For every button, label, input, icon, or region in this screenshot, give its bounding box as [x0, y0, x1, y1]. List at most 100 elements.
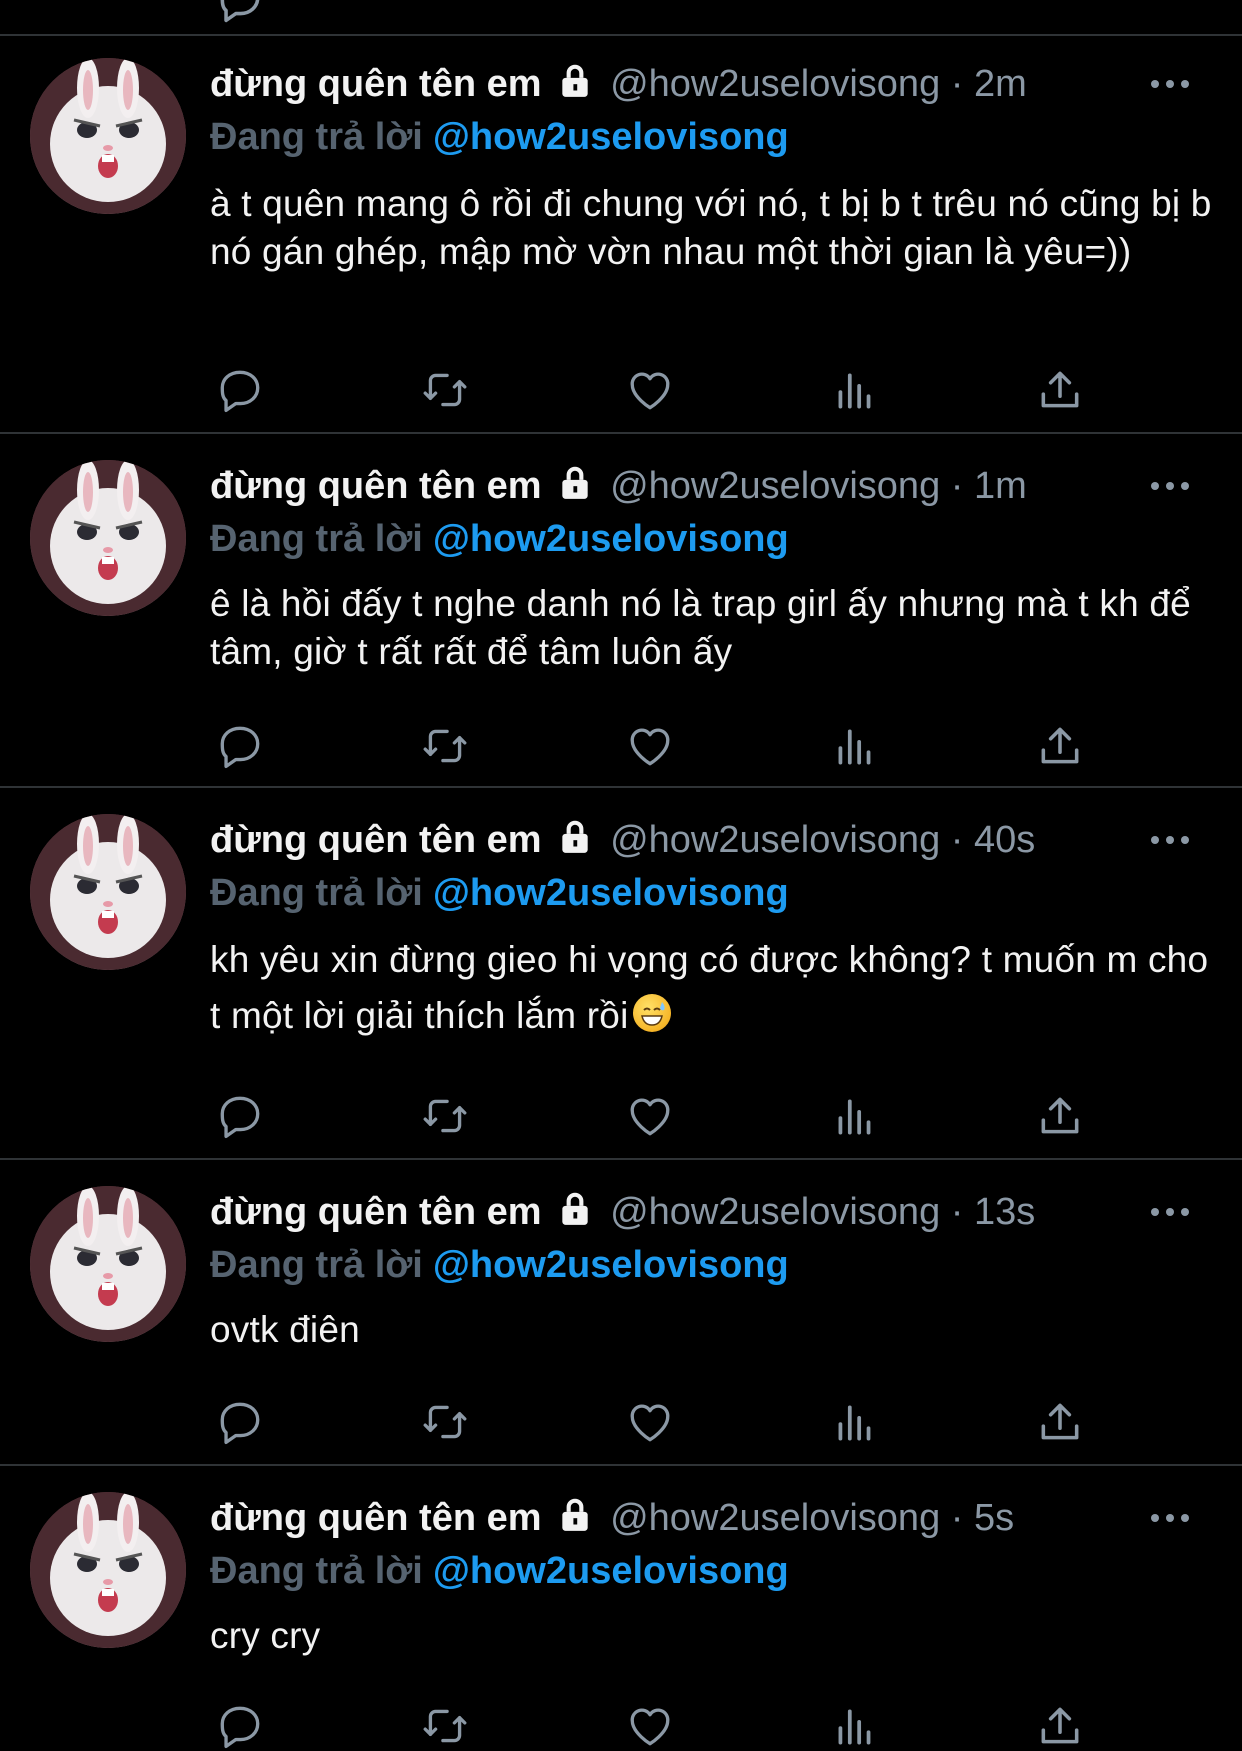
reply-icon[interactable]	[210, 1696, 270, 1751]
display-name[interactable]: đừng quên tên em	[210, 465, 542, 507]
more-options-icon[interactable]	[1142, 56, 1198, 112]
replying-to: Đang trả lời @how2uselovisong	[210, 868, 789, 918]
reply-mention-link[interactable]: @how2uselovisong	[433, 1550, 789, 1592]
lock-icon	[556, 462, 594, 518]
tweet[interactable]: đừng quên tên em @how2uselovisong · 5s Đ…	[0, 1466, 1242, 1751]
like-icon[interactable]	[620, 716, 680, 776]
separator-dot: ·	[950, 465, 964, 507]
views-icon[interactable]	[825, 360, 885, 420]
user-handle[interactable]: @how2uselovisong	[610, 1191, 940, 1233]
avatar[interactable]	[30, 58, 186, 214]
separator-dot: ·	[950, 63, 964, 105]
like-icon[interactable]	[620, 360, 680, 420]
replying-to: Đang trả lời @how2uselovisong	[210, 514, 789, 564]
separator-dot: ·	[950, 819, 964, 861]
replying-to-label: Đang trả lời	[210, 518, 423, 560]
tweet-thread: đừng quên tên em @how2uselovisong · 2m Đ…	[0, 0, 1242, 1751]
lock-icon	[556, 816, 594, 872]
timestamp[interactable]: 5s	[974, 1497, 1014, 1539]
reply-mention-link[interactable]: @how2uselovisong	[433, 116, 789, 158]
share-icon[interactable]	[1030, 716, 1090, 776]
tweet-actions	[210, 1696, 1110, 1751]
timestamp[interactable]: 40s	[974, 819, 1035, 861]
tweet-header: đừng quên tên em @how2uselovisong · 5s	[210, 1490, 1202, 1546]
bunny-avatar-image	[30, 460, 186, 616]
like-icon[interactable]	[620, 1392, 680, 1452]
views-icon[interactable]	[825, 1392, 885, 1452]
share-icon[interactable]	[1030, 1086, 1090, 1146]
retweet-icon[interactable]	[415, 1392, 475, 1452]
tweet[interactable]: đừng quên tên em @how2uselovisong · 1m Đ…	[0, 434, 1242, 788]
share-icon[interactable]	[1030, 1696, 1090, 1751]
tweet-actions	[210, 716, 1110, 776]
bunny-avatar-image	[30, 814, 186, 970]
avatar[interactable]	[30, 460, 186, 616]
reply-icon[interactable]	[210, 1392, 270, 1452]
replying-to-label: Đang trả lời	[210, 1550, 423, 1592]
retweet-icon[interactable]	[415, 1696, 475, 1751]
tweet-actions	[210, 1392, 1110, 1452]
tweet[interactable]: đừng quên tên em @how2uselovisong · 40s …	[0, 788, 1242, 1160]
more-options-icon[interactable]	[1142, 458, 1198, 514]
views-icon[interactable]	[825, 716, 885, 776]
lock-icon	[556, 60, 594, 116]
reply-icon[interactable]	[210, 360, 270, 420]
tweet-header: đừng quên tên em @how2uselovisong · 40s	[210, 812, 1202, 868]
grinning-sweat-emoji	[632, 994, 671, 1032]
lock-icon	[556, 1494, 594, 1550]
views-icon[interactable]	[825, 1696, 885, 1751]
replying-to-label: Đang trả lời	[210, 116, 423, 158]
more-options-icon[interactable]	[1142, 1490, 1198, 1546]
avatar[interactable]	[30, 1186, 186, 1342]
timestamp[interactable]: 1m	[974, 465, 1027, 507]
user-handle[interactable]: @how2uselovisong	[610, 1497, 940, 1539]
tweet-header: đừng quên tên em @how2uselovisong · 13s	[210, 1184, 1202, 1240]
more-options-icon[interactable]	[1142, 812, 1198, 868]
tweet-text-content: kh yêu xin đừng gieo hi vọng có được khô…	[210, 939, 1209, 1036]
replying-to-label: Đang trả lời	[210, 1244, 423, 1286]
display-name[interactable]: đừng quên tên em	[210, 63, 542, 105]
tweet-text: ovtk điên	[210, 1309, 360, 1350]
share-icon[interactable]	[1030, 360, 1090, 420]
retweet-icon[interactable]	[415, 1086, 475, 1146]
tweet-actions	[210, 360, 1110, 420]
user-handle[interactable]: @how2uselovisong	[610, 63, 940, 105]
more-options-icon[interactable]	[1142, 1184, 1198, 1240]
replying-to: Đang trả lời @how2uselovisong	[210, 112, 789, 162]
share-icon[interactable]	[1030, 1392, 1090, 1452]
replying-to-label: Đang trả lời	[210, 872, 423, 914]
tweet-actions	[210, 1086, 1110, 1146]
bunny-avatar-image	[30, 1492, 186, 1648]
views-icon[interactable]	[825, 1086, 885, 1146]
avatar[interactable]	[30, 814, 186, 970]
display-name[interactable]: đừng quên tên em	[210, 1497, 542, 1539]
tweet-text: à t quên mang ô rồi đi chung với nó, t b…	[210, 183, 1212, 272]
reply-icon[interactable]	[210, 0, 270, 30]
separator-dot: ·	[950, 1191, 964, 1233]
user-handle[interactable]: @how2uselovisong	[610, 819, 940, 861]
tweet-text: ê là hồi đấy t nghe danh nó là trap girl…	[210, 583, 1191, 672]
display-name[interactable]: đừng quên tên em	[210, 1191, 542, 1233]
reply-mention-link[interactable]: @how2uselovisong	[433, 1244, 789, 1286]
user-handle[interactable]: @how2uselovisong	[610, 465, 940, 507]
lock-icon	[556, 1188, 594, 1244]
reply-icon[interactable]	[210, 716, 270, 776]
timestamp[interactable]: 2m	[974, 63, 1027, 105]
tweet[interactable]: đừng quên tên em @how2uselovisong · 2m Đ…	[0, 34, 1242, 434]
retweet-icon[interactable]	[415, 716, 475, 776]
bunny-avatar-image	[30, 58, 186, 214]
display-name[interactable]: đừng quên tên em	[210, 819, 542, 861]
reply-mention-link[interactable]: @how2uselovisong	[433, 518, 789, 560]
bunny-avatar-image	[30, 1186, 186, 1342]
reply-icon[interactable]	[210, 1086, 270, 1146]
retweet-icon[interactable]	[415, 360, 475, 420]
replying-to: Đang trả lời @how2uselovisong	[210, 1240, 789, 1290]
like-icon[interactable]	[620, 1696, 680, 1751]
previous-tweet-actions	[0, 0, 1242, 36]
tweet[interactable]: đừng quên tên em @how2uselovisong · 13s …	[0, 1160, 1242, 1466]
tweet-text: kh yêu xin đừng gieo hi vọng có được khô…	[210, 932, 1214, 1044]
reply-mention-link[interactable]: @how2uselovisong	[433, 872, 789, 914]
timestamp[interactable]: 13s	[974, 1191, 1035, 1233]
like-icon[interactable]	[620, 1086, 680, 1146]
avatar[interactable]	[30, 1492, 186, 1648]
